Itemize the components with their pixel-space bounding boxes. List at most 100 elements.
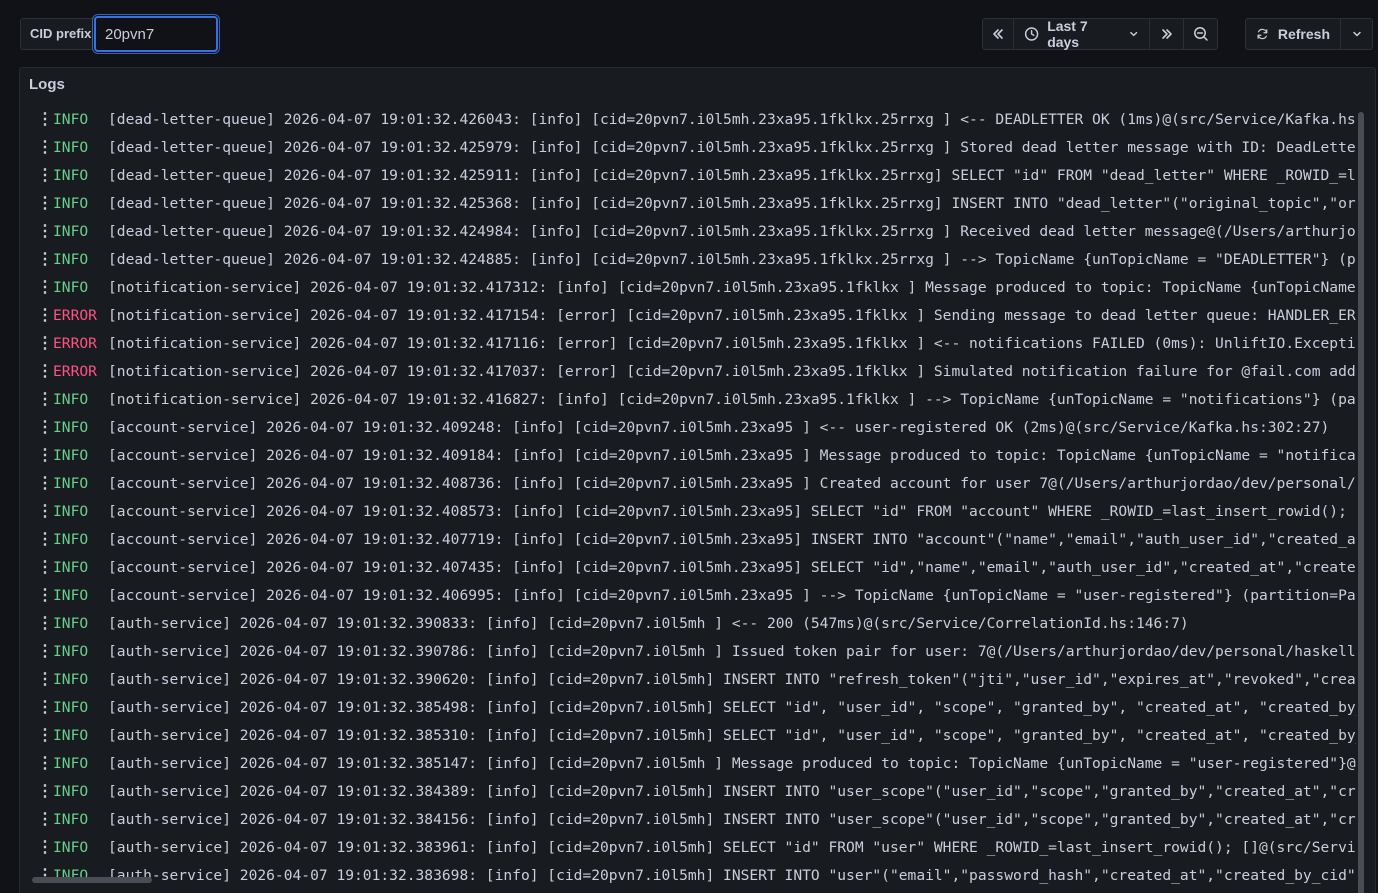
log-row[interactable]: ⋮ INFO [auth-service] 2026-04-07 19:01:32.…: [20, 806, 1356, 834]
log-level: INFO: [53, 811, 89, 828]
log-row[interactable]: ⋮ ERROR [notification-service] 2026-04-07 …: [20, 330, 1356, 358]
chevrons-left-icon: [993, 29, 1003, 39]
log-row[interactable]: ⋮ INFO [account-service] 2026-04-07 19:01:…: [20, 582, 1356, 610]
log-row[interactable]: ⋮ INFO [account-service] 2026-04-07 19:01:…: [20, 554, 1356, 582]
log-message: [notification-service] 2026-04-07 19:01:…: [108, 307, 1356, 324]
row-menu-icon[interactable]: ⋮: [37, 190, 53, 218]
log-row[interactable]: ⋮ INFO [auth-service] 2026-04-07 19:01:32.…: [20, 750, 1356, 778]
time-range-button[interactable]: Last 7 days: [1014, 18, 1150, 50]
log-message: [auth-service] 2026-04-07 19:01:32.38531…: [108, 727, 1356, 744]
log-row[interactable]: ⋮ INFO [dead-letter-queue] 2026-04-07 19:0…: [20, 162, 1356, 190]
row-menu-icon[interactable]: ⋮: [37, 106, 53, 134]
chevron-down-icon: [1129, 31, 1137, 37]
row-menu-icon[interactable]: ⋮: [37, 470, 53, 498]
row-menu-icon[interactable]: ⋮: [37, 134, 53, 162]
row-menu-icon[interactable]: ⋮: [37, 638, 53, 666]
log-row[interactable]: ⋮ INFO [auth-service] 2026-04-07 19:01:32.…: [20, 722, 1356, 750]
log-level: ERROR: [53, 335, 97, 352]
row-menu-icon[interactable]: ⋮: [37, 582, 53, 610]
log-level: INFO: [53, 643, 89, 660]
row-menu-icon[interactable]: ⋮: [37, 750, 53, 778]
log-level: INFO: [53, 839, 89, 856]
log-message: [auth-service] 2026-04-07 19:01:32.38369…: [108, 867, 1356, 884]
row-menu-icon[interactable]: ⋮: [37, 526, 53, 554]
log-row[interactable]: ⋮ INFO [account-service] 2026-04-07 19:01:…: [20, 470, 1356, 498]
log-list[interactable]: ⋮ INFO [dead-letter-queue] 2026-04-07 19:0…: [20, 106, 1356, 893]
log-row[interactable]: ⋮ INFO [dead-letter-queue] 2026-04-07 19:0…: [20, 106, 1356, 134]
row-menu-icon[interactable]: ⋮: [37, 694, 53, 722]
log-row[interactable]: ⋮ INFO [account-service] 2026-04-07 19:01:…: [20, 526, 1356, 554]
log-level: INFO: [53, 139, 89, 156]
panel-title: Logs: [29, 76, 65, 93]
log-row[interactable]: ⋮ INFO [auth-service] 2026-04-07 19:01:32.…: [20, 610, 1356, 638]
log-message: [notification-service] 2026-04-07 19:01:…: [108, 279, 1356, 296]
row-menu-icon[interactable]: ⋮: [37, 834, 53, 862]
log-row[interactable]: ⋮ INFO [auth-service] 2026-04-07 19:01:32.…: [20, 862, 1356, 890]
log-row[interactable]: ⋮ INFO [auth-service] 2026-04-07 19:01:32.…: [20, 666, 1356, 694]
row-menu-icon[interactable]: ⋮: [37, 666, 53, 694]
log-row[interactable]: ⋮ INFO [notification-service] 2026-04-07 1…: [20, 386, 1356, 414]
log-level: ERROR: [53, 363, 97, 380]
logs-panel: Logs ⋮ INFO [dead-letter-queue] 2026-04-07…: [19, 67, 1376, 893]
cid-prefix-input[interactable]: [94, 16, 218, 52]
log-message: [account-service] 2026-04-07 19:01:32.40…: [108, 503, 1356, 520]
log-row[interactable]: ⋮ ERROR [notification-service] 2026-04-07 …: [20, 358, 1356, 386]
shift-time-back-button[interactable]: [982, 18, 1014, 50]
refresh-interval-button[interactable]: [1341, 18, 1373, 50]
row-menu-icon[interactable]: ⋮: [37, 274, 53, 302]
log-row[interactable]: ⋮ INFO [account-service] 2026-04-07 19:01:…: [20, 442, 1356, 470]
row-menu-icon[interactable]: ⋮: [37, 722, 53, 750]
log-message: [notification-service] 2026-04-07 19:01:…: [108, 335, 1356, 352]
log-level: INFO: [53, 671, 89, 688]
log-level: ERROR: [53, 307, 97, 324]
log-row[interactable]: ⋮ INFO [auth-service] 2026-04-07 19:01:32.…: [20, 834, 1356, 862]
log-message: [auth-service] 2026-04-07 19:01:32.38396…: [108, 839, 1356, 856]
row-menu-icon[interactable]: ⋮: [37, 778, 53, 806]
log-row[interactable]: ⋮ INFO [dead-letter-queue] 2026-04-07 19:0…: [20, 246, 1356, 274]
log-message: [auth-service] 2026-04-07 19:01:32.38549…: [108, 699, 1356, 716]
log-row[interactable]: ⋮ INFO [dead-letter-queue] 2026-04-07 19:0…: [20, 134, 1356, 162]
zoom-out-button[interactable]: [1184, 18, 1218, 50]
row-menu-icon[interactable]: ⋮: [37, 442, 53, 470]
row-menu-icon[interactable]: ⋮: [37, 498, 53, 526]
log-level: INFO: [53, 503, 89, 520]
chevron-down-icon: [1352, 31, 1361, 37]
log-row[interactable]: ⋮ INFO [account-service] 2026-04-07 19:01:…: [20, 414, 1356, 442]
vertical-scrollbar-thumb[interactable]: [1358, 112, 1364, 893]
log-row[interactable]: ⋮ INFO [auth-service] 2026-04-07 19:01:32.…: [20, 694, 1356, 722]
row-menu-icon[interactable]: ⋮: [37, 330, 53, 358]
refresh-button[interactable]: Refresh: [1245, 18, 1341, 50]
log-level: INFO: [53, 559, 89, 576]
row-menu-icon[interactable]: ⋮: [37, 862, 53, 890]
log-message: [auth-service] 2026-04-07 19:01:32.38514…: [108, 755, 1356, 772]
vertical-scrollbar[interactable]: [1358, 112, 1364, 893]
row-menu-icon[interactable]: ⋮: [37, 218, 53, 246]
cid-prefix-label: CID prefix: [20, 18, 101, 50]
log-level: INFO: [53, 251, 89, 268]
log-message: [auth-service] 2026-04-07 19:01:32.39078…: [108, 643, 1356, 660]
row-menu-icon[interactable]: ⋮: [37, 386, 53, 414]
log-row[interactable]: ⋮ INFO [dead-letter-queue] 2026-04-07 19:0…: [20, 190, 1356, 218]
log-row[interactable]: ⋮ INFO [account-service] 2026-04-07 19:01:…: [20, 498, 1356, 526]
shift-time-forward-button[interactable]: [1150, 18, 1184, 50]
horizontal-scrollbar[interactable]: [32, 877, 152, 883]
log-row[interactable]: ⋮ INFO [notification-service] 2026-04-07 1…: [20, 274, 1356, 302]
row-menu-icon[interactable]: ⋮: [37, 806, 53, 834]
row-menu-icon[interactable]: ⋮: [37, 246, 53, 274]
log-level: INFO: [53, 531, 89, 548]
log-row[interactable]: ⋮ INFO [auth-service] 2026-04-07 19:01:32.…: [20, 778, 1356, 806]
log-level: INFO: [53, 615, 89, 632]
log-message: [notification-service] 2026-04-07 19:01:…: [108, 391, 1356, 408]
log-row[interactable]: ⋮ INFO [auth-service] 2026-04-07 19:01:32.…: [20, 638, 1356, 666]
chevrons-right-icon: [1161, 29, 1172, 39]
log-message: [auth-service] 2026-04-07 19:01:32.39083…: [108, 615, 1189, 632]
row-menu-icon[interactable]: ⋮: [37, 302, 53, 330]
log-message: [account-service] 2026-04-07 19:01:32.40…: [108, 475, 1356, 492]
log-row[interactable]: ⋮ ERROR [notification-service] 2026-04-07 …: [20, 302, 1356, 330]
log-row[interactable]: ⋮ INFO [dead-letter-queue] 2026-04-07 19:0…: [20, 218, 1356, 246]
row-menu-icon[interactable]: ⋮: [37, 414, 53, 442]
row-menu-icon[interactable]: ⋮: [37, 358, 53, 386]
row-menu-icon[interactable]: ⋮: [37, 610, 53, 638]
row-menu-icon[interactable]: ⋮: [37, 554, 53, 582]
row-menu-icon[interactable]: ⋮: [37, 162, 53, 190]
